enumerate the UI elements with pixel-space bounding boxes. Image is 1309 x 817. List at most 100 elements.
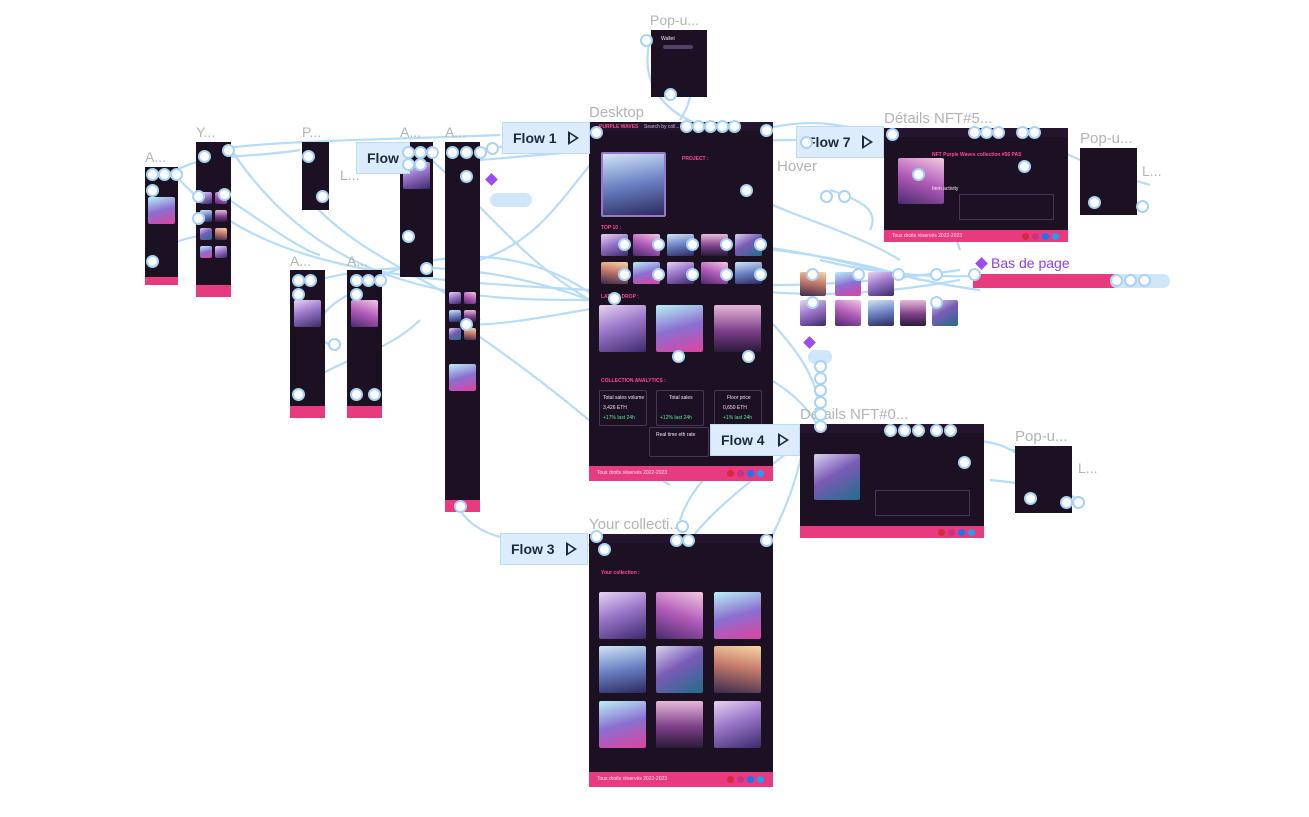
connection-node[interactable]	[806, 268, 819, 281]
pinterest-icon[interactable]	[727, 776, 734, 783]
connection-node[interactable]	[170, 168, 183, 181]
connection-node[interactable]	[486, 142, 499, 155]
connection-node[interactable]	[446, 146, 459, 159]
connection-node[interactable]	[222, 144, 235, 157]
pinterest-icon[interactable]	[938, 529, 945, 536]
collection-item-1[interactable]	[599, 592, 646, 639]
connection-node[interactable]	[590, 126, 603, 139]
hover-thumb-2[interactable]	[835, 300, 861, 326]
connection-node[interactable]	[374, 274, 387, 287]
collection-item-7[interactable]	[599, 701, 646, 748]
connection-node[interactable]	[598, 543, 611, 556]
connection-node[interactable]	[686, 238, 699, 251]
pinterest-icon[interactable]	[1022, 233, 1029, 240]
frame-details-top[interactable]: NFT Purple Waves collection #56 PAS Item…	[884, 128, 1068, 242]
connection-node[interactable]	[1124, 274, 1137, 287]
connection-node[interactable]	[930, 296, 943, 309]
connection-node[interactable]	[350, 388, 363, 401]
connection-node[interactable]	[402, 230, 415, 243]
pinterest-icon[interactable]	[727, 470, 734, 477]
connection-node[interactable]	[892, 268, 905, 281]
facebook-icon[interactable]	[1042, 233, 1049, 240]
connection-node[interactable]	[414, 158, 427, 171]
twitter-icon[interactable]	[1052, 233, 1059, 240]
collection-item-4[interactable]	[599, 646, 646, 693]
connection-node[interactable]	[146, 184, 159, 197]
connection-node[interactable]	[316, 190, 329, 203]
connection-node[interactable]	[304, 274, 317, 287]
instagram-icon[interactable]	[737, 776, 744, 783]
flow-3-button[interactable]: Flow 3	[500, 533, 588, 565]
connection-node[interactable]	[852, 268, 865, 281]
frame-popup-top[interactable]: Wallet	[651, 30, 707, 97]
connection-node[interactable]	[958, 456, 971, 469]
connection-node[interactable]	[328, 338, 341, 351]
hover-thumb-3[interactable]	[868, 300, 894, 326]
latest-drop-2[interactable]	[656, 305, 703, 352]
connection-node[interactable]	[820, 190, 833, 203]
collection-item-8[interactable]	[656, 701, 703, 748]
connection-node[interactable]	[1018, 160, 1031, 173]
collection-item-6[interactable]	[714, 646, 761, 693]
connection-node[interactable]	[1028, 126, 1041, 139]
connection-node[interactable]	[1088, 196, 1101, 209]
connection-node[interactable]	[930, 424, 943, 437]
connection-node[interactable]	[192, 190, 205, 203]
instagram-icon[interactable]	[737, 470, 744, 477]
connection-node[interactable]	[944, 424, 957, 437]
connection-node[interactable]	[460, 170, 473, 183]
connection-node[interactable]	[420, 262, 433, 275]
connection-node[interactable]	[350, 288, 363, 301]
twitter-icon[interactable]	[757, 470, 764, 477]
connection-node[interactable]	[720, 238, 733, 251]
connection-node[interactable]	[652, 238, 665, 251]
connection-node[interactable]	[460, 146, 473, 159]
connection-node[interactable]	[806, 296, 819, 309]
twitter-icon[interactable]	[757, 776, 764, 783]
connection-node[interactable]	[740, 184, 753, 197]
collection-item-2[interactable]	[656, 592, 703, 639]
connection-node[interactable]	[618, 268, 631, 281]
connection-node[interactable]	[218, 188, 231, 201]
connection-node[interactable]	[672, 350, 685, 363]
connection-node[interactable]	[898, 424, 911, 437]
connection-node[interactable]	[754, 268, 767, 281]
collection-item-9[interactable]	[714, 701, 761, 748]
desktop-search[interactable]: Search by coll...	[644, 124, 680, 130]
connection-node[interactable]	[1136, 200, 1149, 213]
connection-node[interactable]	[720, 268, 733, 281]
connection-node[interactable]	[590, 530, 603, 543]
connection-node[interactable]	[608, 292, 621, 305]
connection-node[interactable]	[302, 150, 315, 163]
connection-node[interactable]	[292, 288, 305, 301]
connection-node[interactable]	[968, 268, 981, 281]
instagram-icon[interactable]	[1032, 233, 1039, 240]
connection-node[interactable]	[800, 136, 813, 149]
connection-node[interactable]	[814, 420, 827, 433]
connection-node[interactable]	[930, 268, 943, 281]
facebook-icon[interactable]	[958, 529, 965, 536]
connection-node[interactable]	[886, 128, 899, 141]
connection-node[interactable]	[198, 150, 211, 163]
prototype-canvas[interactable]: Pop-u... Desktop Détails NFT#5... Pop-u.…	[0, 0, 1309, 817]
hover-thumb-4[interactable]	[900, 300, 926, 326]
connection-node[interactable]	[760, 534, 773, 547]
connection-node[interactable]	[652, 268, 665, 281]
connection-node[interactable]	[682, 534, 695, 547]
connection-node[interactable]	[664, 88, 677, 101]
latest-drop-3[interactable]	[714, 305, 761, 352]
connection-node[interactable]	[912, 424, 925, 437]
connection-node[interactable]	[618, 238, 631, 251]
instagram-icon[interactable]	[948, 529, 955, 536]
connection-node[interactable]	[292, 388, 305, 401]
connection-node[interactable]	[838, 190, 851, 203]
twitter-icon[interactable]	[968, 529, 975, 536]
connector-pill[interactable]	[490, 193, 532, 207]
connection-node[interactable]	[728, 120, 741, 133]
flow-1-button[interactable]: Flow 1	[502, 122, 590, 154]
collection-item-3[interactable]	[714, 592, 761, 639]
facebook-icon[interactable]	[747, 470, 754, 477]
connection-node[interactable]	[454, 500, 467, 513]
latest-drop-1[interactable]	[599, 305, 646, 352]
connection-node[interactable]	[1024, 492, 1037, 505]
